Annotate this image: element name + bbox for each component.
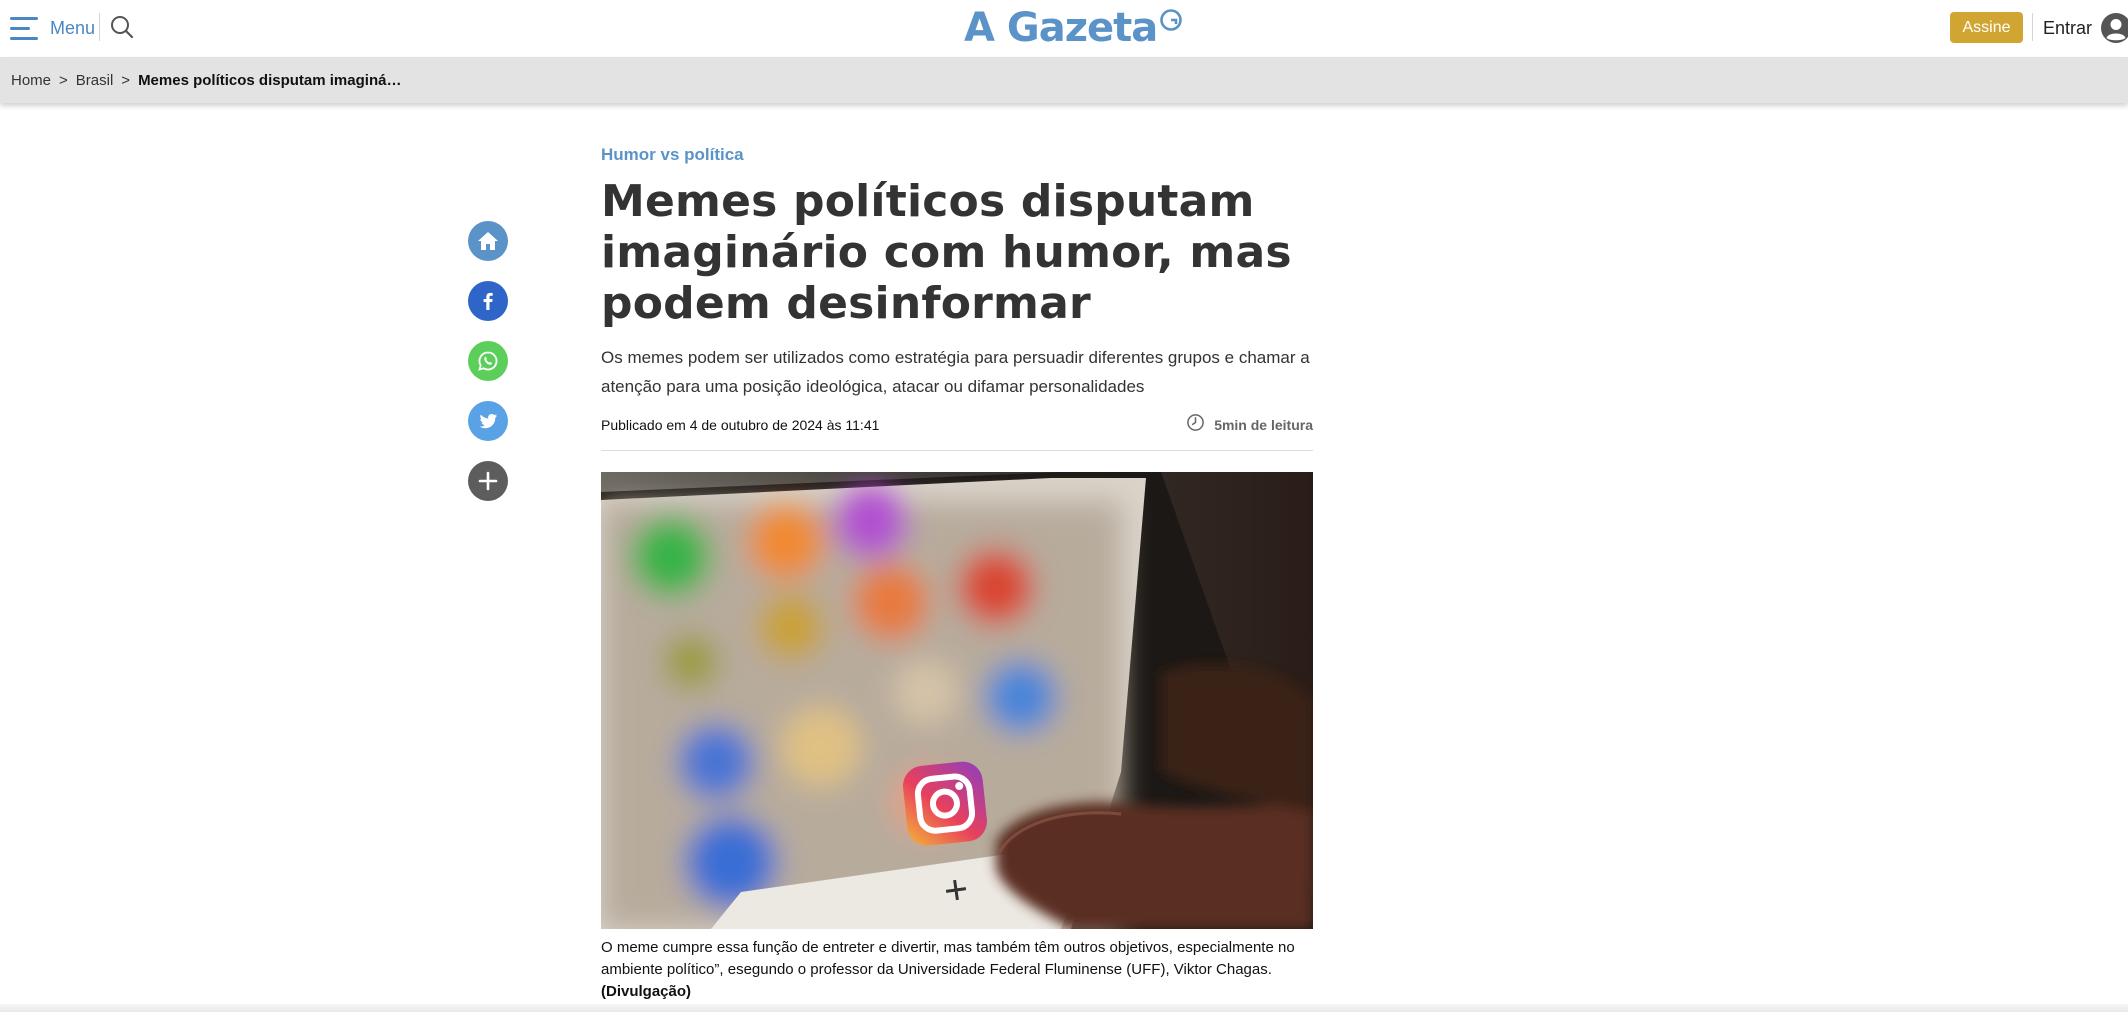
article-lead: Os memes podem ser utilizados como estra…: [601, 348, 1310, 396]
whatsapp-share-button[interactable]: [468, 341, 508, 381]
facebook-icon: [483, 292, 493, 310]
article-kicker[interactable]: Humor vs política: [601, 140, 1313, 170]
site-logo[interactable]: A Gazeta: [964, 2, 1183, 54]
more-share-button[interactable]: [468, 461, 508, 501]
breadcrumb-separator: >: [121, 71, 131, 89]
publish-date: Publicado em 4 de outubro de 2024 às 11:…: [601, 417, 880, 433]
logo-text: A Gazeta: [964, 5, 1158, 51]
header-divider: [99, 13, 100, 41]
caption-credit: (Divulgação): [601, 983, 692, 1000]
page-bottom-edge: [0, 1004, 2128, 1012]
header-divider: [2032, 13, 2033, 41]
site-header: Menu A Gazeta Assine Entrar: [0, 0, 2128, 57]
search-icon[interactable]: [109, 14, 135, 40]
share-bar: [468, 221, 508, 521]
article-title: Memes políticos disputam imaginário com …: [601, 176, 1292, 329]
subscribe-button[interactable]: Assine: [1950, 12, 2023, 43]
clock-icon: [1187, 413, 1205, 431]
login-button[interactable]: Entrar: [2043, 13, 2128, 43]
breadcrumb-current: Memes políticos disputam imaginá…: [138, 71, 402, 89]
hamburger-icon: [10, 15, 40, 41]
breadcrumb-brasil[interactable]: Brasil: [76, 72, 114, 89]
whatsapp-icon: [478, 351, 498, 371]
logo-g-icon: [1159, 8, 1183, 32]
menu-label: Menu: [50, 17, 96, 38]
plus-icon: [478, 471, 498, 491]
breadcrumb-separator: >: [59, 71, 68, 89]
menu-button[interactable]: Menu: [10, 14, 95, 42]
breadcrumb: Home > Brasil > Memes políticos disputam…: [0, 57, 2128, 103]
breadcrumb-home[interactable]: Home: [11, 72, 51, 89]
read-time: 5min de leitura: [1186, 413, 1313, 433]
twitter-icon: [479, 414, 497, 429]
home-share-button[interactable]: [468, 221, 508, 261]
article-meta: Publicado em 4 de outubro de 2024 às 11:…: [601, 413, 1313, 451]
caption-text: O meme cumpre essa função de entreter e …: [601, 939, 1295, 978]
user-avatar-icon: [2101, 13, 2128, 43]
photo-caption: O meme cumpre essa função de entreter e …: [601, 937, 1313, 1003]
facebook-share-button[interactable]: [468, 281, 508, 321]
read-time-label: 5min de leitura: [1214, 417, 1313, 433]
home-icon: [478, 232, 498, 250]
phone-app-photo: [601, 472, 1313, 929]
article: Humor vs política Memes políticos disput…: [601, 140, 1313, 1003]
twitter-share-button[interactable]: [468, 401, 508, 441]
article-photo[interactable]: [601, 472, 1313, 929]
login-label: Entrar: [2043, 17, 2093, 38]
